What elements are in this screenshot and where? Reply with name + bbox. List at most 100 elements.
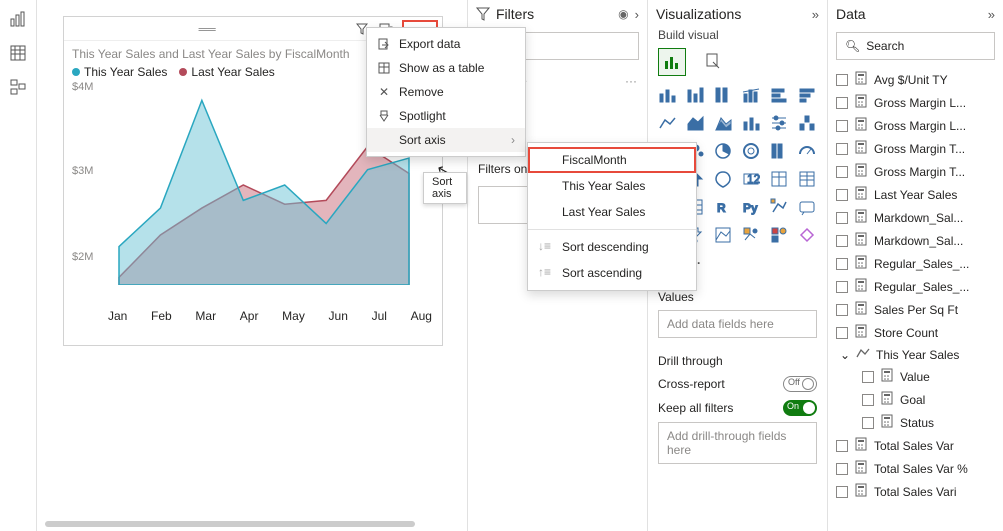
viz-type-icon[interactable] bbox=[768, 168, 790, 190]
viz-type-icon[interactable] bbox=[768, 112, 790, 134]
chevron-right-icon[interactable]: » bbox=[988, 7, 995, 22]
checkbox[interactable] bbox=[862, 417, 874, 429]
field-row[interactable]: Gross Margin L... bbox=[834, 91, 997, 114]
x-axis-tick: Mar bbox=[195, 309, 216, 323]
more-icon[interactable]: ··· bbox=[625, 74, 637, 88]
viz-type-icon[interactable] bbox=[656, 112, 678, 134]
eye-icon[interactable]: ◉ bbox=[618, 7, 628, 21]
viz-type-icon[interactable] bbox=[768, 224, 790, 246]
checkbox[interactable] bbox=[836, 327, 848, 339]
checkbox[interactable] bbox=[836, 486, 848, 498]
field-row[interactable]: Regular_Sales_... bbox=[834, 252, 997, 275]
field-type-icon bbox=[854, 117, 868, 134]
viz-type-icon[interactable] bbox=[740, 112, 762, 134]
checkbox[interactable] bbox=[836, 97, 848, 109]
viz-type-icon[interactable] bbox=[684, 112, 706, 134]
viz-type-icon[interactable] bbox=[768, 196, 790, 218]
checkbox[interactable] bbox=[836, 120, 848, 132]
viz-type-icon[interactable]: R bbox=[712, 196, 734, 218]
data-search-input[interactable]: 🔍︎Search bbox=[836, 32, 995, 60]
viz-type-icon[interactable] bbox=[684, 84, 706, 106]
field-row[interactable]: Gross Margin L... bbox=[834, 114, 997, 137]
field-row[interactable]: Avg $/Unit TY bbox=[834, 68, 997, 91]
checkbox[interactable] bbox=[836, 235, 848, 247]
x-axis-labels: JanFebMarAprMayJunJulAug bbox=[64, 305, 442, 323]
field-type-icon bbox=[854, 460, 868, 477]
viz-type-icon[interactable] bbox=[740, 84, 762, 106]
submenu-sort-ascending[interactable]: ↑≡Sort ascending bbox=[528, 260, 696, 286]
cross-report-toggle[interactable]: Off bbox=[783, 376, 817, 392]
viz-type-icon[interactable] bbox=[768, 84, 790, 106]
viz-type-icon[interactable] bbox=[712, 168, 734, 190]
field-row[interactable]: Total Sales Var bbox=[834, 434, 997, 457]
viz-type-icon[interactable] bbox=[712, 84, 734, 106]
viz-type-icon[interactable] bbox=[796, 224, 818, 246]
chevron-right-icon[interactable]: › bbox=[635, 7, 639, 22]
checkbox[interactable] bbox=[862, 371, 874, 383]
viz-type-icon[interactable] bbox=[656, 84, 678, 106]
field-row[interactable]: Last Year Sales bbox=[834, 183, 997, 206]
checkbox[interactable] bbox=[836, 281, 848, 293]
viz-type-icon[interactable] bbox=[796, 168, 818, 190]
field-row[interactable]: Markdown_Sal... bbox=[834, 206, 997, 229]
viz-type-icon[interactable] bbox=[740, 224, 762, 246]
viz-type-icon[interactable] bbox=[796, 140, 818, 162]
checkbox[interactable] bbox=[836, 189, 848, 201]
checkbox[interactable] bbox=[836, 304, 848, 316]
field-row[interactable]: Sales Per Sq Ft bbox=[834, 298, 997, 321]
field-row[interactable]: Regular_Sales_... bbox=[834, 275, 997, 298]
field-row[interactable]: Status bbox=[834, 411, 997, 434]
menu-sort-axis[interactable]: Sort axis› bbox=[367, 128, 525, 152]
field-row[interactable]: Total Sales Vari bbox=[834, 480, 997, 503]
chevron-down-icon: ⌄ bbox=[840, 348, 850, 362]
field-row[interactable]: Markdown_Sal... bbox=[834, 229, 997, 252]
checkbox[interactable] bbox=[836, 143, 848, 155]
field-expand-row[interactable]: ⌄This Year Sales bbox=[834, 344, 997, 365]
menu-export-data[interactable]: Export data bbox=[367, 32, 525, 56]
viz-type-icon[interactable]: Py bbox=[740, 196, 762, 218]
viz-type-icon[interactable] bbox=[768, 140, 790, 162]
viz-type-icon[interactable] bbox=[796, 112, 818, 134]
filter-icon bbox=[476, 7, 490, 21]
checkbox[interactable] bbox=[836, 212, 848, 224]
checkbox[interactable] bbox=[836, 74, 848, 86]
keep-filters-toggle[interactable]: On bbox=[783, 400, 817, 416]
viz-type-icon[interactable] bbox=[740, 140, 762, 162]
submenu-fiscalmonth[interactable]: FiscalMonth bbox=[528, 147, 696, 173]
field-row[interactable]: Goal bbox=[834, 388, 997, 411]
viz-type-icon[interactable]: 123 bbox=[740, 168, 762, 190]
submenu-sort-descending[interactable]: ↓≡Sort descending bbox=[528, 234, 696, 260]
viz-type-icon[interactable] bbox=[796, 84, 818, 106]
checkbox[interactable] bbox=[862, 394, 874, 406]
chevron-right-icon: › bbox=[511, 133, 515, 147]
viz-type-icon[interactable] bbox=[712, 112, 734, 134]
field-row[interactable]: Gross Margin T... bbox=[834, 160, 997, 183]
format-visual-tab[interactable] bbox=[700, 48, 728, 76]
field-row[interactable]: Value bbox=[834, 365, 997, 388]
chevron-right-icon[interactable]: » bbox=[812, 7, 819, 22]
checkbox[interactable] bbox=[836, 258, 848, 270]
checkbox[interactable] bbox=[836, 440, 848, 452]
viz-type-icon[interactable] bbox=[796, 196, 818, 218]
data-view-icon[interactable] bbox=[7, 42, 29, 64]
field-type-icon bbox=[854, 163, 868, 180]
report-view-icon[interactable] bbox=[7, 8, 29, 30]
drill-through-drop[interactable]: Add drill-through fields here bbox=[658, 422, 817, 464]
field-row[interactable]: Gross Margin T... bbox=[834, 137, 997, 160]
menu-spotlight[interactable]: Spotlight bbox=[367, 104, 525, 128]
horizontal-scrollbar[interactable] bbox=[45, 521, 415, 527]
field-row[interactable]: Total Sales Var % bbox=[834, 457, 997, 480]
viz-type-icon[interactable] bbox=[712, 140, 734, 162]
build-visual-tab[interactable] bbox=[658, 48, 686, 76]
model-view-icon[interactable] bbox=[7, 76, 29, 98]
drag-handle-icon[interactable]: ══ bbox=[68, 22, 346, 36]
values-drop[interactable]: Add data fields here bbox=[658, 310, 817, 338]
checkbox[interactable] bbox=[836, 463, 848, 475]
submenu-last-year-sales[interactable]: Last Year Sales bbox=[528, 199, 696, 225]
field-row[interactable]: Store Count bbox=[834, 321, 997, 344]
menu-show-as-table[interactable]: Show as a table bbox=[367, 56, 525, 80]
checkbox[interactable] bbox=[836, 166, 848, 178]
viz-type-icon[interactable] bbox=[712, 224, 734, 246]
menu-remove[interactable]: ✕Remove bbox=[367, 80, 525, 104]
submenu-this-year-sales[interactable]: This Year Sales bbox=[528, 173, 696, 199]
